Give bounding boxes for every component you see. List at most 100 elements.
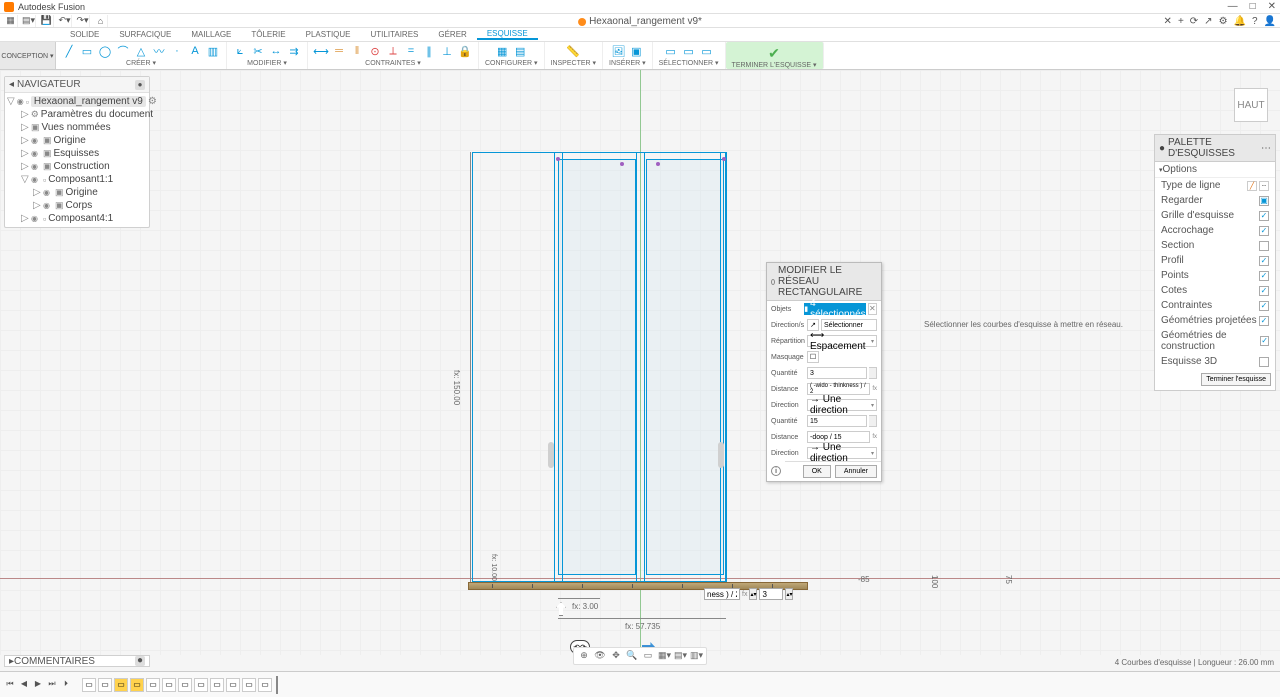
point-icon[interactable]: · [170,44,184,58]
arc-icon[interactable]: ⌒ [116,44,130,58]
vertical-icon[interactable]: ‖ [350,44,364,58]
tab-solide[interactable]: SOLIDE [60,30,109,39]
fix-icon[interactable]: 🔒 [458,44,472,58]
file-icon[interactable]: ▤▾ [22,15,36,27]
tab-gerer[interactable]: GÉRER [428,30,476,39]
quantite2-input[interactable]: 15 [807,415,867,427]
repartition-select[interactable]: ⟷ Espacement▾ [807,335,877,347]
feature-icon[interactable]: ▭ [210,678,224,692]
grid-icon[interactable]: ▤▾ [674,650,686,662]
account-icon[interactable]: 👤 [1264,16,1276,27]
tree-item[interactable]: ▷◉▣Corps [7,199,147,212]
sketch-point[interactable] [620,162,624,166]
feature-icon[interactable]: ▭ [162,678,176,692]
tab-tolerie[interactable]: TÔLERIE [241,30,295,39]
finish-sketch-button[interactable]: Terminer l'esquisse [1201,373,1271,386]
grid-checkbox[interactable]: ✓ [1259,211,1269,221]
comments-panel[interactable]: ▸ COMMENTAIRES ● [4,655,150,667]
window-close[interactable]: ✕ [1268,1,1276,12]
feature-icon[interactable]: ▭ [114,678,128,692]
rail-line[interactable] [644,152,645,582]
feature-icon[interactable]: ▭ [178,678,192,692]
spinner[interactable] [869,367,877,379]
extend-icon[interactable]: ↔ [269,44,283,58]
dims-checkbox[interactable]: ✓ [1259,286,1269,296]
select-icon[interactable]: ▭ [664,44,678,58]
feature-icon[interactable]: ▭ [258,678,272,692]
help-icon[interactable]: ? [1252,16,1258,27]
group-terminer[interactable]: ✔ TERMINER L'ESQUISSE ▾ [726,42,824,69]
timeline-play-icon[interactable]: ▶ [32,679,44,691]
canvas[interactable]: ⟲⟳ fx: 150.00 fx: 10.00 fx: 3.00 fx: 57.… [0,70,1280,655]
window-minimize[interactable]: — [1228,1,1238,12]
tree-root[interactable]: ▽ ◉ ▫ Hexaonal_rangement v9 ⚙ [7,95,147,108]
rail-line[interactable] [562,152,563,582]
look-icon[interactable]: 👁 [594,650,606,662]
visibility-icon[interactable]: ◉ [31,175,41,184]
timeline-marker[interactable] [276,676,278,694]
timeline-start-icon[interactable]: ⏮ [4,679,16,691]
feature-icon[interactable]: ▭ [82,678,96,692]
tree-item[interactable]: ▷▣Vues nommées [7,121,147,134]
mirror-icon[interactable]: ▥ [206,44,220,58]
visibility-icon[interactable]: ◉ [31,149,41,158]
spline-icon[interactable]: 〰 [152,44,166,58]
group-creer-label[interactable]: CRÉER ▾ [126,59,156,67]
circle-icon[interactable]: ◯ [98,44,112,58]
pan-icon[interactable]: ✥ [610,650,622,662]
orbit-icon[interactable]: ⊕ [578,650,590,662]
linetype-construction-icon[interactable]: ┄ [1259,181,1269,191]
tree-item[interactable]: ▷◉▫Composant4:1 [7,212,147,225]
selection-button[interactable]: ▮ 4 sélectionnés [804,303,865,315]
rail-line[interactable] [720,152,721,582]
document-tab[interactable]: Hexaonal_rangement v9* [578,16,702,27]
slice-checkbox[interactable] [1259,241,1269,251]
feature-icon[interactable]: ▭ [98,678,112,692]
feature-icon[interactable]: ▭ [242,678,256,692]
timeline-back-icon[interactable]: ◀ [18,679,30,691]
info-icon[interactable]: i [771,466,781,476]
projected-checkbox[interactable]: ✓ [1259,316,1269,326]
dim-small-h[interactable]: fx: 10.00 [490,554,497,581]
visibility-icon[interactable]: ◉ [31,214,41,223]
palette-title-bar[interactable]: ● PALETTE D'ESQUISSES ⋯ [1155,135,1275,162]
perpendicular-icon[interactable]: ⊥ [440,44,454,58]
tree-item[interactable]: ▽◉▫Composant1:1 [7,173,147,186]
polygon-icon[interactable]: △ [134,44,148,58]
insert-icon[interactable]: 🖼 [611,44,625,58]
equal-icon[interactable]: = [404,44,418,58]
save-icon[interactable]: 💾 [40,15,54,27]
extension-icon[interactable]: ↗ [1204,16,1212,27]
masquage-checkbox[interactable]: ☐ [807,351,819,363]
tab-utilitaires[interactable]: UTILITAIRES [361,30,429,39]
select3-icon[interactable]: ▭ [700,44,714,58]
comments-options-icon[interactable]: ● [135,656,145,666]
refresh-icon[interactable]: ⟳ [1190,16,1198,27]
job-status-icon[interactable]: ⚙ [1219,16,1228,27]
dim-height[interactable]: fx: 150.00 [452,370,461,405]
scroll-thumb[interactable] [548,442,554,468]
browser-header[interactable]: ◂ NAVIGATEUR ● [5,77,149,93]
sketch-point[interactable] [656,162,660,166]
display-icon[interactable]: ▦▾ [658,650,670,662]
fillet-icon[interactable]: ⟀ [233,44,247,58]
notifications-icon[interactable]: 🔔 [1234,16,1246,27]
column-rect-2[interactable] [646,159,724,575]
visibility-icon[interactable]: ◉ [31,162,41,171]
feature-icon[interactable]: ▭ [130,678,144,692]
collapse-icon[interactable]: ● [1159,143,1165,154]
timeline-end-icon[interactable]: ⏵ [60,679,72,691]
menu-icon[interactable]: ▦ [4,15,18,27]
workspace-switcher[interactable]: CONCEPTION ▾ [0,42,56,69]
timeline-forward-icon[interactable]: ⏭ [46,679,58,691]
viewport-icon[interactable]: ▥▾ [690,650,702,662]
profile-checkbox[interactable]: ✓ [1259,256,1269,266]
rail-line[interactable] [726,152,727,582]
group-contraintes-label[interactable]: CONTRAINTES ▾ [365,59,421,67]
column-rect-1[interactable] [558,159,636,575]
rail-line[interactable] [554,152,555,582]
distance-input[interactable] [704,588,740,600]
close-tab-icon[interactable]: ✕ [1164,16,1172,27]
tangent-icon[interactable]: ⟂ [386,44,400,58]
tree-item[interactable]: ▷◉▣Construction [7,160,147,173]
